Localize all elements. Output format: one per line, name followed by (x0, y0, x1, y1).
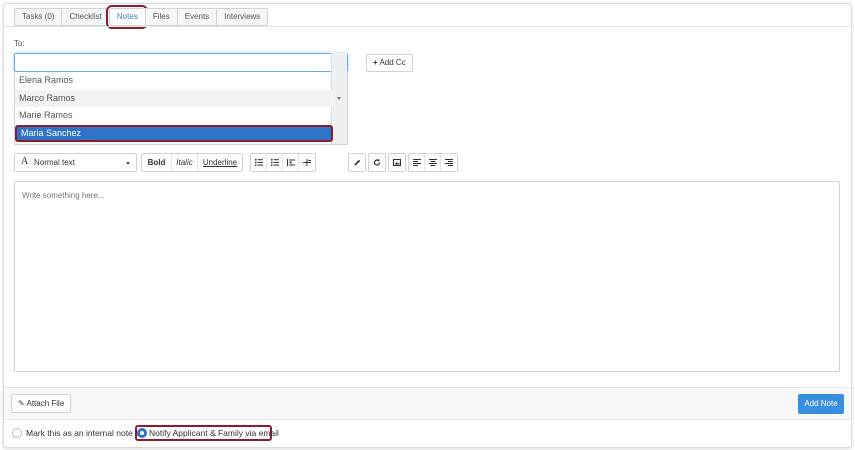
attach-file-label: Attach File (26, 399, 65, 408)
ordered-list-icon (270, 159, 279, 167)
note-editor[interactable]: Write something here... (14, 181, 840, 372)
add-cc-label: Add Cc (379, 58, 406, 67)
text-style-select[interactable]: A Normal text (14, 153, 137, 172)
recipient-options: Elena Ramos Marco Ramos Marie Ramos Mari… (15, 72, 333, 142)
italic-button[interactable]: Italic (172, 154, 198, 171)
recipient-dropdown: Elena Ramos Marco Ramos Marie Ramos Mari… (14, 53, 348, 145)
add-cc-button[interactable]: + Add Cc (366, 54, 413, 72)
recipient-option-selected[interactable]: Maria Sanchez (15, 124, 333, 142)
dropdown-scroll-handle[interactable] (331, 53, 347, 144)
align-center-button[interactable] (425, 154, 441, 171)
indent-button[interactable] (283, 154, 299, 171)
tab-tasks[interactable]: Tasks (0) (14, 8, 62, 26)
image-icon (393, 159, 401, 167)
align-right-icon (445, 159, 453, 167)
tab-divider (4, 26, 851, 27)
add-note-button[interactable]: Add Note (798, 394, 844, 414)
footer-bar (4, 387, 851, 420)
recipient-option[interactable]: Marco Ramos (15, 89, 333, 107)
recipient-input[interactable] (14, 53, 348, 72)
to-label: To: (14, 39, 25, 48)
ordered-list-button[interactable] (267, 154, 283, 171)
recipient-option[interactable]: Marie Ramos (15, 107, 333, 125)
attach-file-button[interactable]: ✎ Attach File (11, 394, 72, 413)
tab-events[interactable]: Events (176, 8, 217, 26)
align-right-button[interactable] (441, 154, 457, 171)
format-group: Bold Italic Underline (141, 153, 243, 172)
outdent-icon (303, 159, 311, 167)
image-group (388, 153, 406, 172)
outdent-button[interactable] (299, 154, 315, 171)
pen-group (348, 153, 366, 172)
redo-button[interactable] (369, 154, 385, 171)
insert-image-button[interactable] (389, 154, 405, 171)
align-left-button[interactable] (409, 154, 425, 171)
tab-checklist[interactable]: Checklist (61, 8, 109, 26)
paperclip-icon: ✎ (18, 399, 25, 408)
chevron-down-icon (126, 162, 130, 165)
redo-group (368, 153, 386, 172)
tab-files[interactable]: Files (144, 8, 177, 26)
redo-icon (373, 159, 380, 166)
notify-radio[interactable] (137, 428, 147, 438)
pen-button[interactable] (349, 154, 365, 171)
internal-note-radio[interactable] (12, 428, 22, 438)
bold-button[interactable]: Bold (142, 154, 172, 171)
plus-icon: + (373, 58, 378, 67)
recipient-option[interactable]: Elena Ramos (15, 72, 333, 90)
chevron-down-icon (337, 97, 341, 100)
font-icon: A (21, 156, 29, 167)
pen-icon (354, 160, 360, 166)
list-group (250, 153, 316, 172)
tab-bar: Tasks (0) Checklist Notes Files Events I… (14, 5, 269, 29)
align-group (408, 153, 458, 172)
notify-label: Notify Applicant & Family via email (149, 428, 279, 438)
tab-interviews[interactable]: Interviews (216, 8, 269, 26)
unordered-list-button[interactable] (251, 154, 267, 171)
tab-notes[interactable]: Notes (105, 5, 148, 29)
editor-placeholder: Write something here... (22, 191, 105, 200)
text-style-value: Normal text (34, 158, 75, 167)
align-center-icon (428, 159, 437, 167)
underline-button[interactable]: Underline (198, 154, 242, 171)
unordered-list-icon (254, 159, 263, 167)
align-left-icon (412, 159, 421, 167)
indent-icon (286, 159, 295, 167)
internal-note-label: Mark this as an internal note or (26, 428, 143, 438)
